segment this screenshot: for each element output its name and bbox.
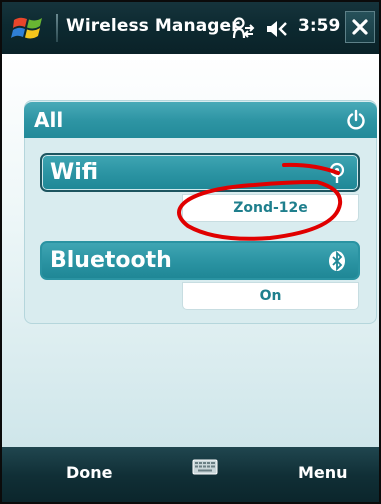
main-content: All Wifi Zond-12e Bluetooth On (2, 54, 379, 447)
wifi-status: Zond-12e (182, 194, 359, 222)
all-radios-bar[interactable]: All (24, 102, 377, 138)
clock[interactable]: 3:59 (298, 16, 340, 36)
device-frame: Wireless Manager 3:59 All Wifi Zond-12e … (0, 0, 381, 504)
wifi-toggle[interactable]: Wifi (40, 153, 360, 192)
softkey-bar: Done Menu (2, 447, 379, 502)
windows-start-icon[interactable] (10, 12, 50, 44)
wifi-icon (329, 162, 345, 183)
bluetooth-status: On (182, 282, 359, 310)
bluetooth-toggle[interactable]: Bluetooth (40, 241, 360, 280)
title-separator (56, 14, 58, 42)
power-icon[interactable] (345, 109, 367, 131)
all-label: All (34, 108, 64, 132)
bluetooth-icon (329, 250, 345, 272)
close-icon (352, 19, 368, 35)
bluetooth-label: Bluetooth (50, 248, 172, 273)
keyboard-icon[interactable] (192, 459, 218, 475)
volume-icon[interactable] (264, 16, 290, 42)
menu-softkey[interactable]: Menu (298, 463, 348, 482)
title-bar: Wireless Manager 3:59 (2, 2, 379, 54)
connectivity-icon[interactable] (230, 16, 256, 42)
close-button[interactable] (345, 11, 375, 43)
done-softkey[interactable]: Done (66, 463, 113, 482)
wifi-label: Wifi (50, 160, 99, 185)
window-title: Wireless Manager (66, 16, 240, 36)
